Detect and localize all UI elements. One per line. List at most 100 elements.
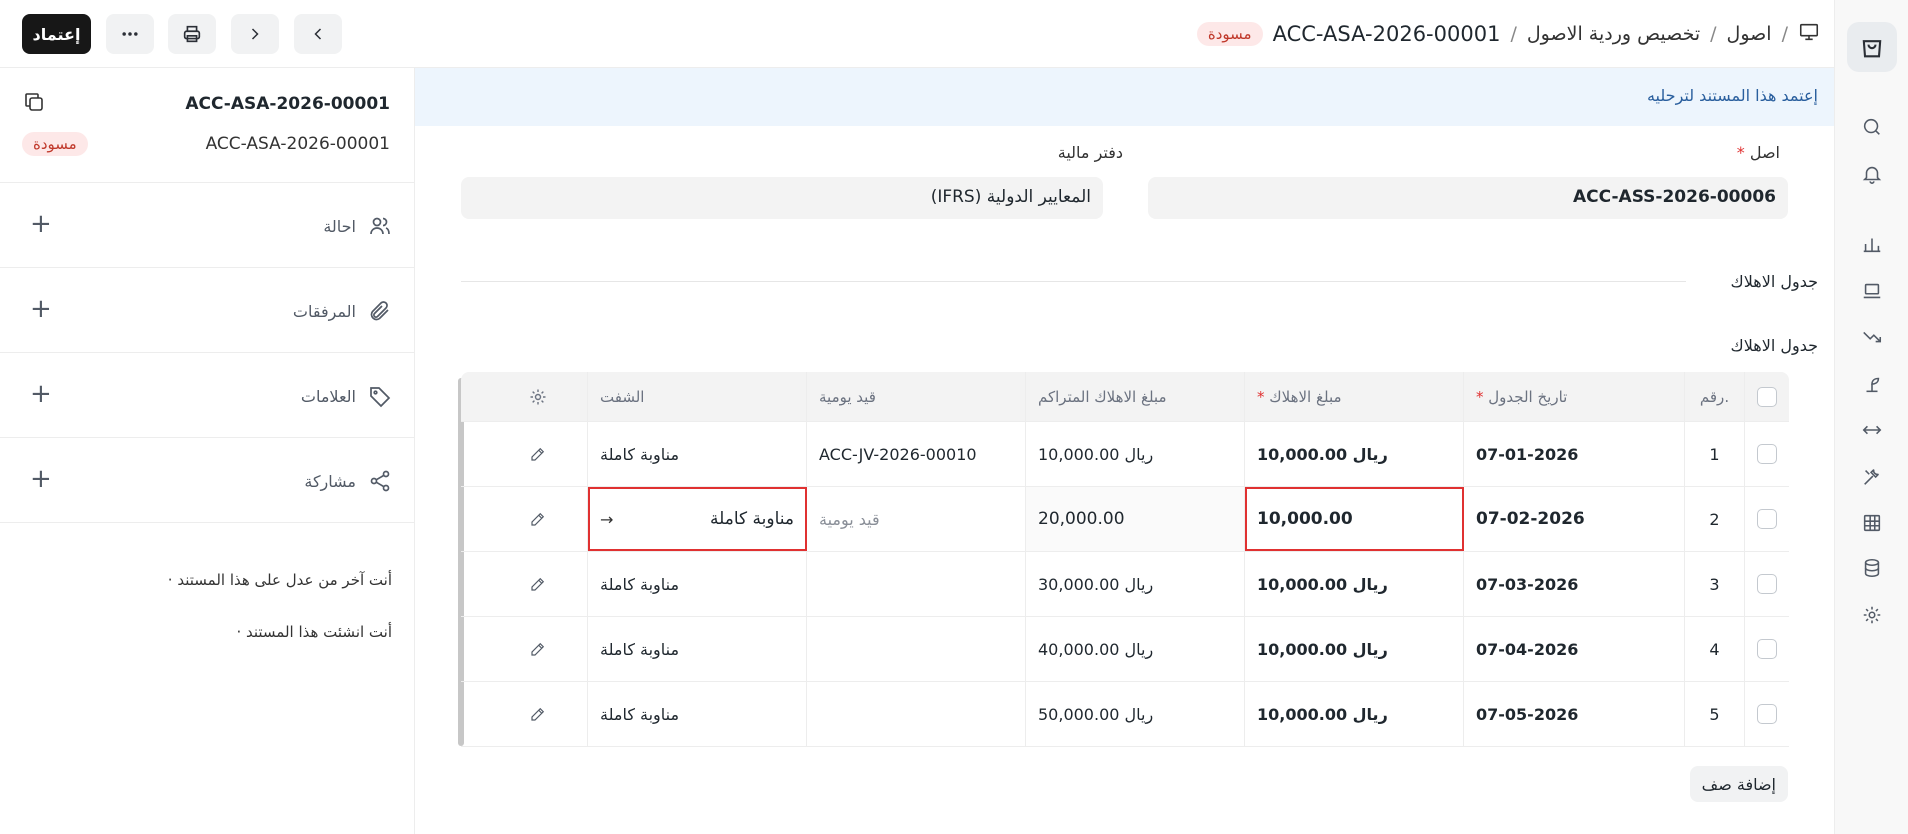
bar-chart-icon[interactable] <box>1860 232 1884 256</box>
row-idx: 3 <box>1685 552 1745 616</box>
row-amount[interactable]: ريال 10,000.00 <box>1245 682 1464 746</box>
bell-icon[interactable] <box>1860 162 1884 186</box>
row-amount[interactable]: ريال 10,000.00 <box>1245 422 1464 486</box>
row-shift[interactable]: مناوبة كاملة <box>588 552 807 616</box>
table-icon[interactable] <box>1860 511 1884 535</box>
table-row[interactable]: 4 07-04-2026 ريال 10,000.00 ريال 40,000.… <box>461 617 1789 682</box>
row-journal[interactable] <box>807 682 1026 746</box>
sidebar-item-tags[interactable]: العلامات + <box>0 353 414 438</box>
row-amount-input[interactable]: 10,000.00 <box>1245 487 1464 551</box>
submit-banner: إعتمد هذا المستند لترحليه <box>415 68 1834 126</box>
row-idx: 5 <box>1685 682 1745 746</box>
row-amount[interactable]: ريال 10,000.00 <box>1245 617 1464 681</box>
table-row[interactable]: 5 07-05-2026 ريال 10,000.00 ريال 50,000.… <box>461 682 1789 747</box>
breadcrumb-assets[interactable]: اصول <box>1727 23 1772 45</box>
col-shift: الشفت <box>588 372 807 421</box>
row-idx: 2 <box>1685 487 1745 551</box>
copy-icon[interactable] <box>22 90 46 118</box>
activity-created: أنت انشئت هذا المستند · <box>236 623 392 641</box>
more-options-button[interactable] <box>106 14 154 54</box>
table-label: جدول الاهلاك <box>1730 336 1818 355</box>
desktop-icon[interactable] <box>1798 21 1820 48</box>
row-journal[interactable] <box>807 617 1026 681</box>
add-share-icon[interactable]: + <box>30 466 52 492</box>
edit-row-icon[interactable] <box>488 552 588 616</box>
search-icon[interactable] <box>1860 115 1884 139</box>
row-shift[interactable]: مناوبة كاملة <box>588 682 807 746</box>
col-idx: رقم. <box>1685 372 1745 421</box>
link-arrow-icon[interactable]: → <box>600 510 613 529</box>
share-icon <box>370 470 390 492</box>
edit-row-icon[interactable] <box>488 682 588 746</box>
asset-field[interactable]: ACC-ASS-2026-00006 <box>1148 177 1788 219</box>
table-row-editing[interactable]: 2 07-02-2026 10,000.00 20,000.00 قيد يوم… <box>461 487 1789 552</box>
finance-book-field[interactable]: المعايير الدولية (IFRS) <box>461 177 1103 219</box>
arrows-horizontal-icon[interactable] <box>1860 418 1884 442</box>
schedule-table: رقم. تاريخ الجدول * مبلغ الاهلاك * مبلغ … <box>458 372 1789 747</box>
row-journal-input[interactable]: قيد يومية <box>807 487 1026 551</box>
row-accumulated: ريال 10,000.00 <box>1026 422 1245 486</box>
edit-row-icon[interactable] <box>488 487 588 551</box>
printer-icon <box>183 25 201 43</box>
row-shift-input[interactable]: → مناوبة كاملة <box>588 487 807 551</box>
gear-icon[interactable] <box>1860 603 1884 627</box>
activity-last-edited: أنت آخر من عدل على هذا المستند · <box>167 571 392 589</box>
row-shift[interactable]: مناوبة كاملة <box>588 617 807 681</box>
chevron-left-icon <box>314 28 322 40</box>
row-accumulated: ريال 50,000.00 <box>1026 682 1245 746</box>
icon-rail <box>1834 0 1908 834</box>
page-title: ACC-ASA-2026-00001 <box>1272 22 1501 46</box>
row-accumulated: ريال 30,000.00 <box>1026 552 1245 616</box>
row-shift[interactable]: مناوبة كاملة <box>588 422 807 486</box>
trend-down-icon[interactable] <box>1860 325 1884 349</box>
edit-row-icon[interactable] <box>488 422 588 486</box>
row-checkbox[interactable] <box>1757 509 1777 529</box>
database-icon[interactable] <box>1860 556 1884 580</box>
breadcrumb-shift-allocation[interactable]: تخصيص وردية الاصول <box>1527 23 1700 45</box>
column-settings-icon[interactable] <box>488 372 588 421</box>
print-button[interactable] <box>168 14 216 54</box>
add-assign-icon[interactable]: + <box>30 211 52 237</box>
row-date[interactable]: 07-03-2026 <box>1464 552 1685 616</box>
add-tag-icon[interactable]: + <box>30 381 52 407</box>
sidebar-item-share[interactable]: مشاركة + <box>0 438 414 523</box>
sidebar-item-attachments[interactable]: المرفقات + <box>0 268 414 353</box>
row-checkbox[interactable] <box>1757 574 1777 594</box>
row-checkbox[interactable] <box>1757 704 1777 724</box>
row-journal[interactable] <box>807 552 1026 616</box>
row-checkbox[interactable] <box>1757 639 1777 659</box>
next-doc-button[interactable] <box>231 14 279 54</box>
row-checkbox[interactable] <box>1757 444 1777 464</box>
row-date[interactable]: 07-05-2026 <box>1464 682 1685 746</box>
table-row[interactable]: 1 07-01-2026 ريال 10,000.00 ريال 10,000.… <box>461 422 1789 487</box>
tools-icon[interactable] <box>1860 465 1884 489</box>
app-logo-icon[interactable] <box>1847 22 1897 72</box>
asset-label: اصل * <box>1736 143 1780 162</box>
paperclip-icon <box>370 301 389 321</box>
breadcrumb: / اصول / تخصيص وردية الاصول / ACC-ASA-20… <box>1196 14 1820 54</box>
row-date[interactable]: 07-04-2026 <box>1464 617 1685 681</box>
sidebar-item-assign[interactable]: احالة + <box>0 183 414 268</box>
plant-icon[interactable] <box>1860 372 1884 396</box>
edit-row-icon[interactable] <box>488 617 588 681</box>
banner-text: إعتمد هذا المستند لترحليه <box>1646 86 1818 105</box>
doc-sidebar: ACC-ASA-2026-00001 ACC-ASA-2026-00001 مس… <box>0 68 415 834</box>
laptop-icon[interactable] <box>1860 279 1884 303</box>
row-date[interactable]: 07-02-2026 <box>1464 487 1685 551</box>
row-date[interactable]: 07-01-2026 <box>1464 422 1685 486</box>
add-row-button[interactable]: إضافة صف <box>1689 766 1788 802</box>
row-accumulated: ريال 40,000.00 <box>1026 617 1245 681</box>
table-row[interactable]: 3 07-03-2026 ريال 10,000.00 ريال 30,000.… <box>461 552 1789 617</box>
select-all-checkbox[interactable] <box>1757 386 1777 407</box>
col-accumulated: مبلغ الاهلاك المتراكم <box>1026 372 1245 421</box>
prev-doc-button[interactable] <box>294 14 342 54</box>
row-journal[interactable]: ACC-JV-2026-00010 <box>807 422 1026 486</box>
add-attachment-icon[interactable]: + <box>30 296 52 322</box>
submit-button[interactable]: إعتماد <box>22 14 91 54</box>
finance-book-label: دفتر مالية <box>1057 143 1123 162</box>
sidebar-item-label: المرفقات <box>292 301 356 321</box>
sidebar-item-label: احالة <box>323 216 356 236</box>
row-amount[interactable]: ريال 10,000.00 <box>1245 552 1464 616</box>
users-icon <box>370 217 390 235</box>
tag-icon <box>370 387 391 408</box>
